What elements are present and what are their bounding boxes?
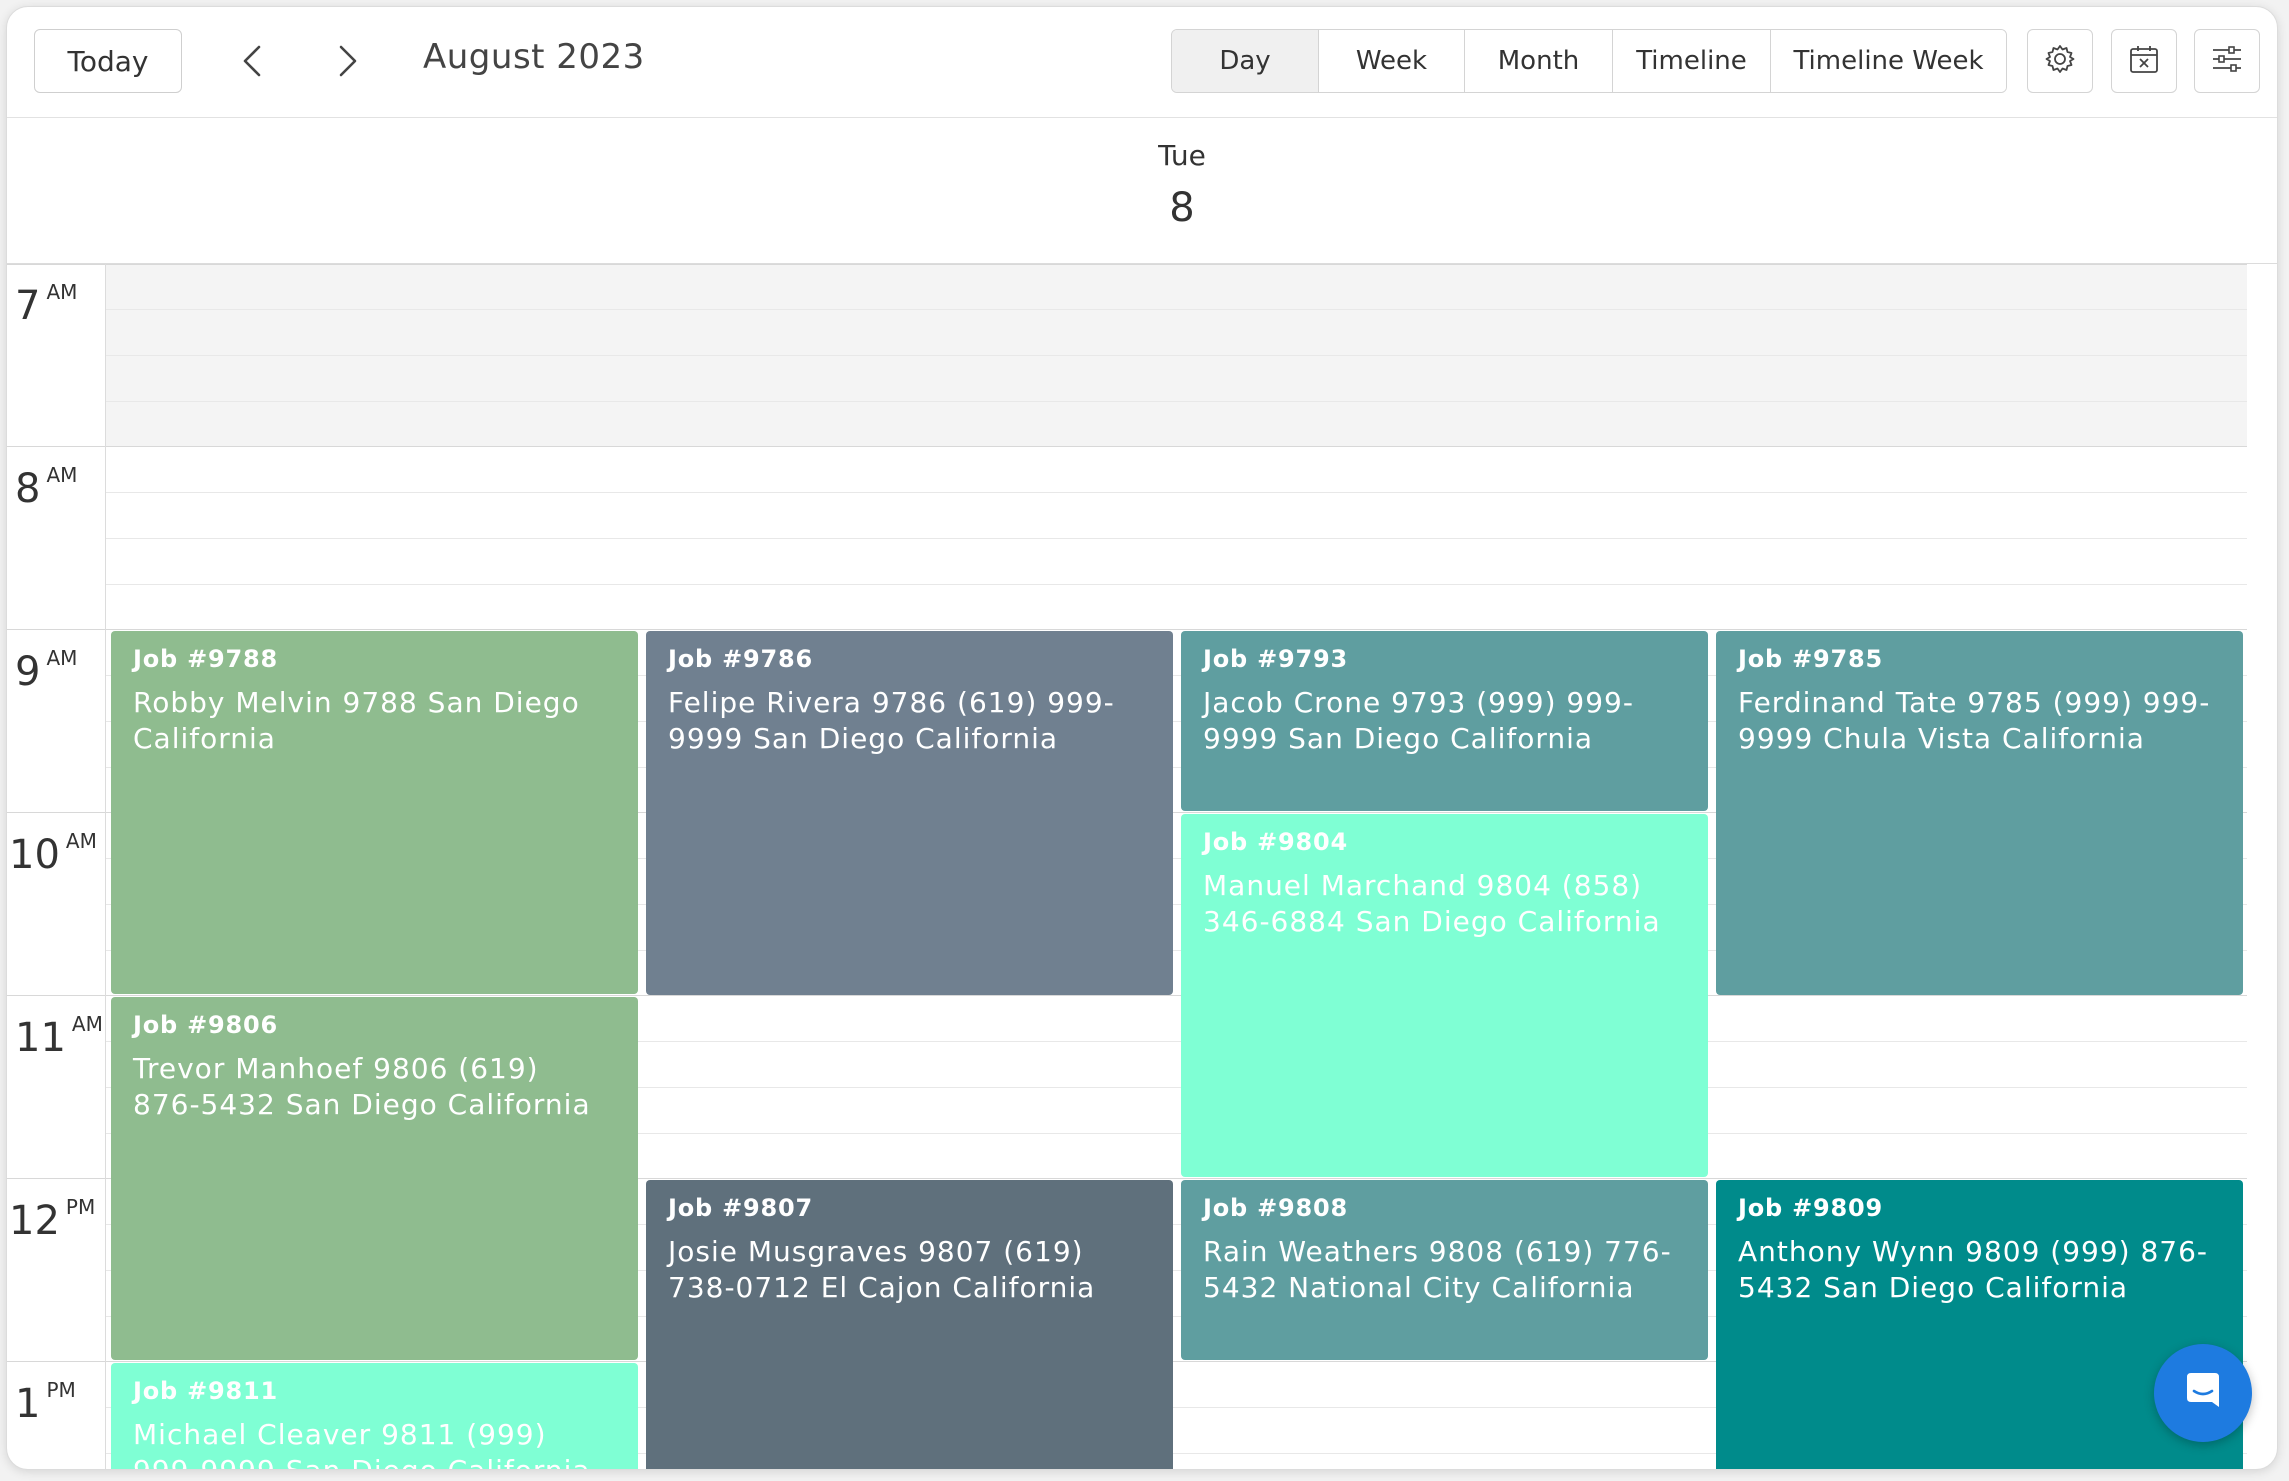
event-job-number: Job #9788: [133, 645, 279, 673]
time-gutter: 7 AM 8 AM 9 AM 10 AM 11 AM 12 PM 1 PM: [7, 264, 106, 1469]
hour-line: [7, 995, 2247, 996]
view-week-button[interactable]: Week: [1319, 30, 1465, 92]
event-description: Manuel Marchand 9804 (858) 346-6884 San …: [1203, 869, 1661, 938]
hour-line: [7, 264, 2247, 265]
event-job-9788[interactable]: Job #9788 Robby Melvin 9788 San Diego Ca…: [111, 631, 638, 994]
slot-line: [105, 355, 2247, 356]
today-button[interactable]: Today: [34, 29, 182, 93]
event-job-number: Job #9809: [1738, 1194, 1884, 1222]
slot-line: [105, 401, 2247, 402]
day-of-week: Tue: [1158, 139, 1206, 172]
event-job-number: Job #9808: [1203, 1194, 1349, 1222]
event-job-number: Job #9811: [133, 1377, 279, 1405]
time-label: 8 AM: [15, 463, 78, 512]
event-job-number: Job #9786: [668, 645, 814, 673]
event-description: Robby Melvin 9788 San Diego California: [133, 686, 580, 755]
calendar-x-icon: [2127, 42, 2161, 80]
time-label: 1 PM: [15, 1378, 76, 1427]
view-switcher: Day Week Month Timeline Timeline Week: [1171, 29, 2007, 93]
event-description: Josie Musgraves 9807 (619) 738-0712 El C…: [668, 1235, 1096, 1304]
event-job-9811[interactable]: Job #9811 Michael Cleaver 9811 (999) 999…: [111, 1363, 638, 1469]
day-number[interactable]: 8: [1147, 185, 1217, 231]
time-label: 12 PM: [9, 1195, 96, 1244]
event-job-9808[interactable]: Job #9808 Rain Weathers 9808 (619) 776-5…: [1181, 1180, 1708, 1360]
event-description: Felipe Rivera 9786 (619) 999-9999 San Di…: [668, 686, 1115, 755]
event-job-number: Job #9806: [133, 1011, 279, 1039]
event-job-number: Job #9807: [668, 1194, 814, 1222]
chat-launcher-button[interactable]: [2154, 1344, 2252, 1442]
event-job-9804[interactable]: Job #9804 Manuel Marchand 9804 (858) 346…: [1181, 814, 1708, 1177]
event-description: Michael Cleaver 9811 (999) 999-9999 San …: [133, 1418, 590, 1469]
chevron-right-icon[interactable]: [327, 41, 367, 81]
chat-bubble-icon: [2179, 1367, 2227, 1419]
day-column-header: Tue 8: [7, 117, 2277, 264]
slot-line: [105, 538, 2247, 539]
gear-icon: [2043, 42, 2077, 80]
hour-line: [7, 629, 2247, 630]
event-job-9807[interactable]: Job #9807 Josie Musgraves 9807 (619) 738…: [646, 1180, 1173, 1469]
slot-line: [105, 309, 2247, 310]
event-description: Jacob Crone 9793 (999) 999-9999 San Dieg…: [1203, 686, 1634, 755]
slot-line: [105, 584, 2247, 585]
event-description: Trevor Manhoef 9806 (619) 876-5432 San D…: [133, 1052, 591, 1121]
view-timeline-week-button[interactable]: Timeline Week: [1771, 30, 2006, 92]
event-description: Ferdinand Tate 9785 (999) 999-9999 Chula…: [1738, 686, 2211, 755]
time-label: 10 AM: [9, 829, 97, 878]
chevron-left-icon[interactable]: [233, 41, 273, 81]
view-timeline-button[interactable]: Timeline: [1613, 30, 1771, 92]
view-day-button[interactable]: Day: [1172, 30, 1319, 92]
filter-button[interactable]: [2194, 29, 2260, 93]
calendar-toolbar: Today August 2023 Day Week Month Timelin…: [7, 7, 2277, 118]
view-month-button[interactable]: Month: [1465, 30, 1613, 92]
time-label: 11 AM: [15, 1012, 103, 1061]
time-label: 9 AM: [15, 646, 78, 695]
hour-line: [7, 446, 2247, 447]
event-job-9806[interactable]: Job #9806 Trevor Manhoef 9806 (619) 876-…: [111, 997, 638, 1360]
event-job-number: Job #9793: [1203, 645, 1349, 673]
clear-date-button[interactable]: [2111, 29, 2177, 93]
event-job-9785[interactable]: Job #9785 Ferdinand Tate 9785 (999) 999-…: [1716, 631, 2243, 995]
event-description: Rain Weathers 9808 (619) 776-5432 Nation…: [1203, 1235, 1672, 1304]
calendar-window: Today August 2023 Day Week Month Timelin…: [6, 6, 2278, 1470]
event-job-9793[interactable]: Job #9793 Jacob Crone 9793 (999) 999-999…: [1181, 631, 1708, 811]
event-job-9786[interactable]: Job #9786 Felipe Rivera 9786 (619) 999-9…: [646, 631, 1173, 995]
slot-line: [105, 492, 2247, 493]
day-time-grid: 7 AM 8 AM 9 AM 10 AM 11 AM 12 PM 1 PM Job #9788…: [7, 264, 2277, 1469]
settings-button[interactable]: [2027, 29, 2093, 93]
event-job-9809[interactable]: Job #9809 Anthony Wynn 9809 (999) 876-54…: [1716, 1180, 2243, 1469]
current-period-title: August 2023: [423, 37, 645, 77]
event-job-number: Job #9785: [1738, 645, 1884, 673]
event-job-number: Job #9804: [1203, 828, 1349, 856]
time-label: 7 AM: [15, 280, 78, 329]
sliders-icon: [2210, 42, 2244, 80]
event-description: Anthony Wynn 9809 (999) 876-5432 San Die…: [1738, 1235, 2209, 1304]
